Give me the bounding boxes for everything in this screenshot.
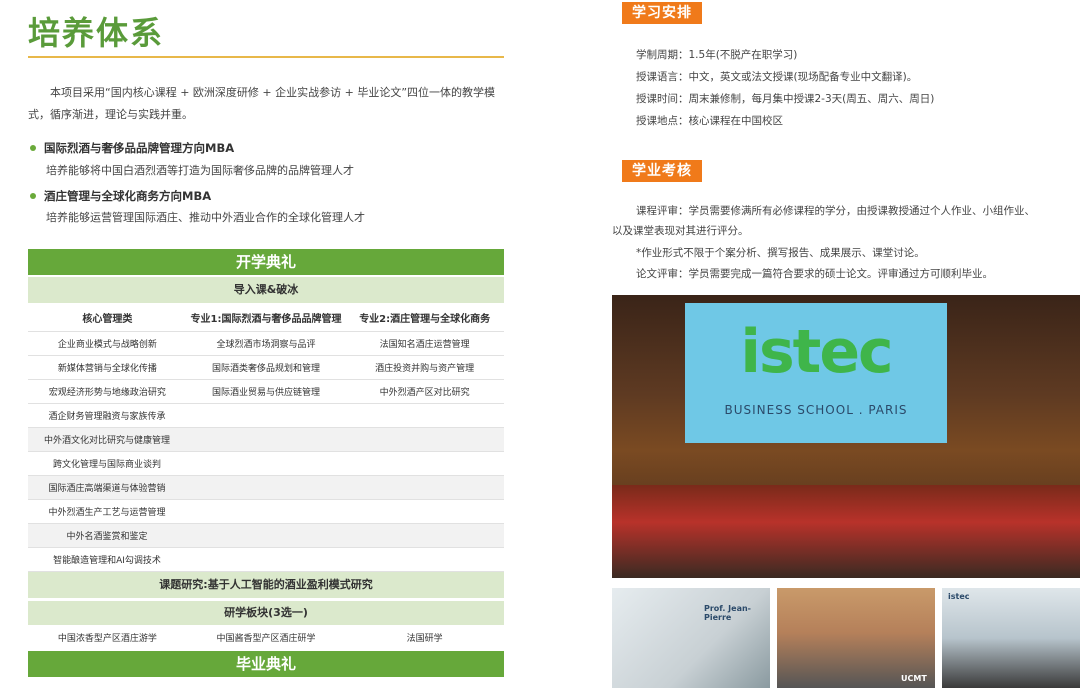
thumbnail-photo: Prof. Jean-Pierre [612,588,770,688]
table-cell: 中外酒文化对比研究与健康管理 [43,436,170,446]
table-cell: 酒企财务管理融资与家族传承 [48,412,166,422]
arrangement-line: 授课地点：核心课程在中国校区 [636,115,783,127]
table-row: 国际酒庄高端渠道与体验营销 [28,476,504,500]
bullet-title: 酒庄管理与全球化商务方向MBA [44,189,212,203]
bullet-dot-icon [30,192,36,199]
assessment-text: 以及课堂表现对其进行评分。 [612,225,749,237]
table-cell: 跨文化管理与国际商业谈判 [52,460,161,470]
table-cell: 法国研学 [406,633,443,644]
assessment-note: *作业形式不限于个案分析、撰写报告、成果展示、课堂讨论。 [636,247,925,259]
graduates-crowd [612,485,1080,578]
table-row: 中外烈酒生产工艺与运营管理 [28,500,504,524]
table-row: 中外名酒鉴赏和鉴定 [28,524,504,548]
table-cell: 中外名酒鉴赏和鉴定 [66,532,148,542]
program-intro: 本项目采用“国内核心课程 + 欧洲深度研修 + 企业实战参访 + 毕业论文”四位… [28,86,496,121]
thumbnail-photo: istec [942,588,1080,688]
table-row: 企业商业模式与战略创新 全球烈酒市场洞察与品评 法国知名酒庄运营管理 [28,332,504,356]
graduation-band: 毕业典礼 [28,651,504,677]
thumbnail-photo: UCMT [777,588,935,688]
column-header: 专业2:酒庄管理与全球化商务 [359,313,491,325]
column-header: 核心管理类 [82,313,133,325]
bullet-item: 国际烈酒与奢侈品品牌管理方向MBA [30,137,234,156]
research-band: 课题研究:基于人工智能的酒业盈利模式研究 [28,572,504,598]
table-row: 新媒体营销与全球化传播 国际酒类奢侈品规划和管理 酒庄投资并购与资产管理 [28,356,504,380]
table-cell: 中国酱香型产区酒庄研学 [216,633,316,644]
table-row: 智能酿造管理和AI勾调技术 [28,548,504,572]
bullet-title: 国际烈酒与奢侈品品牌管理方向MBA [44,141,235,155]
projection-screen: istec BUSINESS SCHOOL . PARIS [685,303,947,443]
table-row: 中国浓香型产区酒庄游学 中国酱香型产区酒庄研学 法国研学 [28,625,504,649]
table-cell: 中外烈酒生产工艺与运营管理 [48,508,166,518]
title-divider [28,56,504,58]
assessment-thesis: 论文评审：学员需要完成一篇符合要求的硕士论文。评审通过方可顺利毕业。 [636,268,993,280]
table-cell: 中外烈酒产区对比研究 [379,388,470,398]
section-tag-arrangement: 学习安排 [622,2,702,24]
istec-logo: istec [740,317,893,387]
table-cell: 法国知名酒庄运营管理 [379,340,470,350]
table-cell: 企业商业模式与战略创新 [57,340,157,350]
table-row: 酒企财务管理融资与家族传承 [28,404,504,428]
curriculum-table: 开学典礼 导入课&破冰 核心管理类 专业1:国际烈酒与奢侈品品牌管理 专业2:酒… [28,249,504,677]
assessment-text: 课程评审：学员需要修满所有必修课程的学分，由授课教授通过个人作业、小组作业、 [636,205,1035,217]
intro-course-band: 导入课&破冰 [28,277,504,303]
table-cell: 国际酒庄高端渠道与体验营销 [48,484,166,494]
table-cell: 国际酒类奢侈品规划和管理 [212,364,321,374]
bullet-dot-icon [30,144,36,151]
table-cell: 新媒体营销与全球化传播 [57,364,157,374]
table-row: 宏观经济形势与地缘政治研究 国际酒业贸易与供应链管理 中外烈酒产区对比研究 [28,380,504,404]
logo-subtitle: BUSINESS SCHOOL . PARIS [724,403,908,417]
table-header-row: 核心管理类 专业1:国际烈酒与奢侈品品牌管理 专业2:酒庄管理与全球化商务 [28,303,504,332]
bullet-item: 酒庄管理与全球化商务方向MBA [30,185,211,204]
table-cell: 全球烈酒市场洞察与品评 [216,340,316,350]
thumbnail-caption: istec [948,592,970,601]
bullet-desc: 培养能够将中国白酒烈酒等打造为国际奢侈品牌的品牌管理人才 [46,164,354,177]
thumbnail-caption: Prof. Jean-Pierre [704,604,751,622]
table-cell: 中国浓香型产区酒庄游学 [57,633,157,644]
table-row: 中外酒文化对比研究与健康管理 [28,428,504,452]
section-tag-assessment: 学业考核 [622,160,702,182]
arrangement-line: 授课语言：中文，英文或法文授课(现场配备专业中文翻译)。 [636,71,918,83]
table-cell: 国际酒业贸易与供应链管理 [212,388,321,398]
graduation-photo: istec BUSINESS SCHOOL . PARIS [612,295,1080,578]
table-row: 跨文化管理与国际商业谈判 [28,452,504,476]
table-cell: 酒庄投资并购与资产管理 [375,364,475,374]
opening-ceremony-band: 开学典礼 [28,249,504,275]
arrangement-line: 授课时间：周末兼修制，每月集中授课2-3天(周五、周六、周日) [636,93,935,105]
table-cell: 宏观经济形势与地缘政治研究 [48,388,166,398]
bullet-desc: 培养能够运营管理国际酒庄、推动中外酒业合作的全球化管理人才 [46,211,365,224]
column-header: 专业1:国际烈酒与奢侈品品牌管理 [190,313,342,325]
page-title: 培养体系 [28,14,165,52]
thumbnail-caption: UCMT [901,674,927,683]
study-module-band: 研学板块(3选一) [28,601,504,625]
table-cell: 智能酿造管理和AI勾调技术 [53,556,161,566]
arrangement-line: 学制周期：1.5年(不脱产在职学习) [636,49,798,61]
